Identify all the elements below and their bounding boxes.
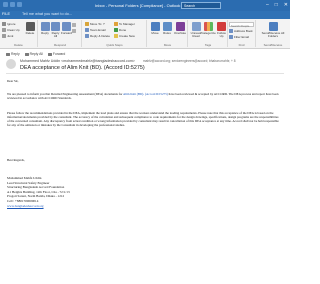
- quick-access-toolbar: [3, 2, 22, 7]
- reading-pane: Reply Reply All Forward Mohammed Mahfz U…: [0, 49, 290, 284]
- quickstep-to-manager[interactable]: To Manager: [114, 22, 135, 26]
- clean-up-button[interactable]: Clean Up: [2, 28, 20, 32]
- reply-delete-icon: [85, 34, 89, 38]
- reply-all-icon: [51, 22, 60, 31]
- quickstep-create-new[interactable]: Create New: [114, 34, 135, 38]
- signature: Mohammed Mahfz Uddin Lead Structural Saf…: [7, 176, 70, 208]
- group-label-tags: Tags: [204, 43, 212, 47]
- onenote-icon: [175, 22, 185, 31]
- message-recipients[interactable]: mahfz@accord.org; seniorengineers@accord…: [143, 59, 236, 63]
- search-people-input[interactable]: Search People: [229, 22, 254, 28]
- window-title: Inbox - Personal Folders [Compliance] - …: [95, 3, 181, 8]
- forward-button[interactable]: Forward: [47, 52, 65, 56]
- checkmark-icon: [114, 28, 118, 32]
- signature-website-link[interactable]: www.bangladeshaccord.org: [7, 204, 70, 209]
- rules-button[interactable]: Rules: [161, 22, 173, 35]
- reply-small-icon: [6, 52, 10, 56]
- categorize-button[interactable]: Categorize: [201, 22, 216, 35]
- move-button[interactable]: Move: [149, 22, 161, 35]
- group-label-delete: Delete: [14, 43, 23, 47]
- group-label-quick-steps: Quick Steps: [106, 43, 123, 47]
- clean-up-icon: [2, 28, 6, 32]
- forward-ribbon-button[interactable]: Forward: [61, 22, 72, 35]
- minimize-button[interactable]: –: [266, 2, 269, 8]
- save-icon[interactable]: [3, 2, 8, 7]
- ribbon-tabs: FILE Tell me what you want to do...: [0, 11, 290, 19]
- reply-icon: [40, 22, 50, 31]
- filter-icon: [229, 35, 233, 39]
- message-subject: DEA acceptance of Alim Knit (BD). (Accor…: [20, 65, 145, 71]
- redo-icon[interactable]: [17, 2, 22, 7]
- body-paragraph-1: We are pleased to inform you that Detail…: [7, 92, 279, 100]
- window-controls: – □ ✕: [266, 2, 288, 8]
- reply-all-small-icon: [24, 52, 29, 56]
- ribbon-group-send-receive: Send/Receive All Folders Send/Receive: [257, 20, 289, 47]
- arrow-right-icon: [114, 22, 118, 26]
- body-paragraph-2: Please follow the recommendations provid…: [7, 111, 279, 127]
- group-label-find: Find: [238, 43, 245, 47]
- message-actions: Reply Reply All Forward: [6, 52, 65, 56]
- flag-icon: [217, 22, 226, 31]
- ignore-icon: [2, 22, 6, 26]
- closing: Best Regards,: [7, 158, 25, 162]
- ribbon-group-move: Move Rules OneNote Move: [148, 20, 188, 47]
- group-label-move: Move: [163, 43, 172, 47]
- filter-email-button[interactable]: Filter Email: [229, 35, 249, 39]
- envelope-icon: [191, 22, 201, 31]
- unread-read-button[interactable]: Unread/ Read: [190, 22, 202, 39]
- tell-me-box[interactable]: Tell me what you want to do...: [22, 12, 72, 16]
- meeting-icon: [72, 23, 76, 27]
- quickstep-team-email[interactable]: Team Email: [85, 28, 106, 32]
- delete-icon: [25, 22, 35, 31]
- follow-up-button[interactable]: Follow Up: [215, 22, 228, 39]
- more-icon: [72, 29, 76, 33]
- ribbon-group-find: Search People Address Book Filter Email …: [228, 20, 256, 47]
- factory-name-highlight: Alim Knit (BD). (Accord ID:5275): [122, 92, 168, 96]
- folder-icon: [85, 22, 89, 26]
- group-label-respond: Respond: [53, 43, 66, 47]
- title-bar: Inbox - Personal Folders [Compliance] - …: [0, 0, 290, 11]
- meeting-button[interactable]: [72, 23, 76, 27]
- reply-all-button[interactable]: Reply All: [24, 52, 43, 56]
- tab-file[interactable]: FILE: [2, 12, 10, 16]
- junk-icon: [2, 34, 6, 38]
- forward-icon: [62, 22, 71, 31]
- more-respond-button[interactable]: [72, 29, 76, 33]
- lightning-icon: [114, 34, 118, 38]
- ignore-button[interactable]: Ignore: [2, 22, 16, 26]
- ribbon-group-respond: Reply Reply All Forward Respond: [39, 20, 82, 47]
- categorize-icon: [204, 22, 213, 31]
- title-search-box[interactable]: Search: [181, 2, 221, 9]
- ribbon-group-quick-steps: Move To: ? Team Email Reply & Delete To …: [83, 20, 147, 47]
- onenote-button[interactable]: OneNote: [173, 22, 187, 35]
- close-button[interactable]: ✕: [284, 2, 288, 8]
- sender-avatar: [6, 59, 16, 69]
- ribbon-group-tags: Unread/ Read Categorize Follow Up Tags: [189, 20, 228, 47]
- forward-small-icon: [47, 52, 52, 56]
- quickstep-done[interactable]: Done: [114, 28, 126, 32]
- message-sender[interactable]: Mohammed Mahfz Uddin <mohammedmahfz@bang…: [20, 59, 135, 63]
- delete-button[interactable]: Delete: [24, 22, 36, 35]
- undo-icon[interactable]: [10, 2, 15, 7]
- address-book-icon: [229, 29, 233, 33]
- quickstep-reply-delete[interactable]: Reply & Delete: [85, 34, 110, 38]
- rules-icon: [162, 22, 172, 31]
- quickstep-move-to[interactable]: Move To: ?: [85, 22, 105, 26]
- group-label-send-receive: Send/Receive: [263, 43, 283, 47]
- junk-button[interactable]: Junk: [2, 34, 13, 38]
- reply-all-ribbon-button[interactable]: Reply All: [50, 22, 61, 39]
- ribbon-group-delete: Ignore Clean Up Junk Delete Delete: [0, 20, 38, 47]
- ribbon: Ignore Clean Up Junk Delete Delete Reply…: [0, 19, 290, 49]
- maximize-button[interactable]: □: [275, 2, 278, 8]
- move-folder-icon: [150, 22, 160, 31]
- header-divider: [6, 73, 284, 74]
- reply-ribbon-button[interactable]: Reply: [40, 22, 50, 35]
- send-receive-all-button[interactable]: Send/Receive All Folders: [259, 22, 287, 39]
- salutation: Dear Sir,: [7, 79, 19, 83]
- send-receive-icon: [268, 22, 278, 31]
- team-email-icon: [85, 28, 89, 32]
- reply-button[interactable]: Reply: [6, 52, 20, 56]
- address-book-button[interactable]: Address Book: [229, 29, 253, 33]
